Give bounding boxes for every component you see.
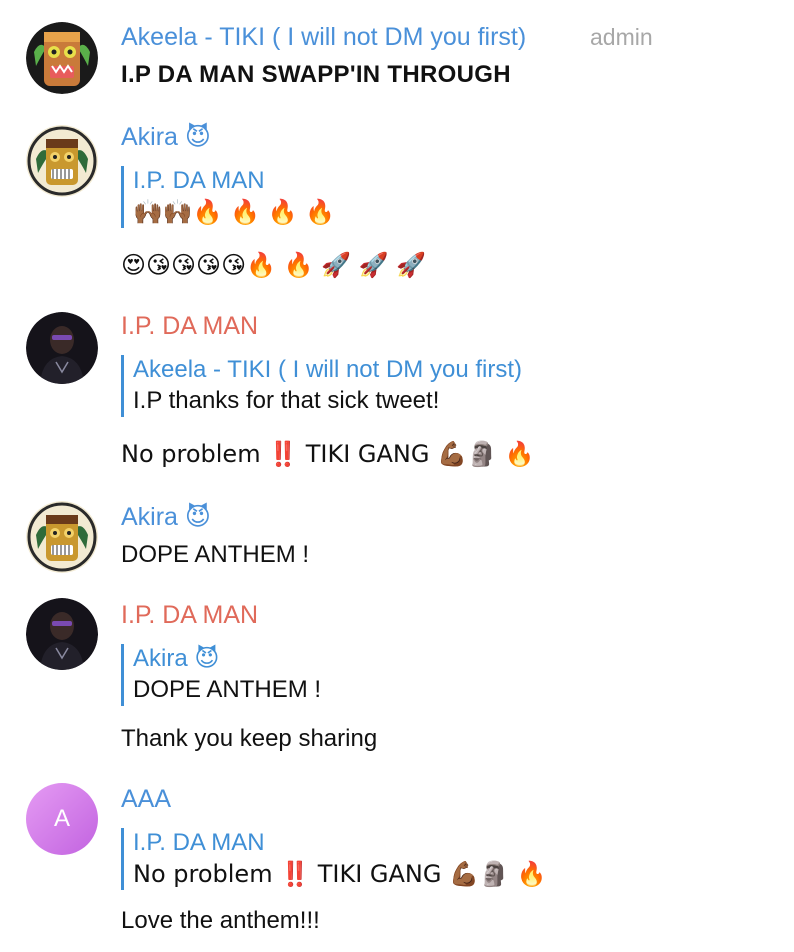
author-name[interactable]: AAA [121, 784, 171, 814]
message-text: Love the anthem!!! [121, 907, 320, 934]
author-name[interactable]: I.P. DA MAN [121, 311, 258, 341]
message-text: 😍😘😘😘😘🔥 🔥 🚀 🚀 🚀 [121, 251, 427, 279]
reply-author: Akeela - TIKI ( I will not DM you first) [133, 356, 522, 383]
letter-avatar[interactable]: A [26, 783, 98, 855]
reply-quote[interactable]: Akira 😈 DOPE ANTHEM ! [121, 644, 321, 706]
message-text: I.P DA MAN SWAPP'IN THROUGH [121, 61, 511, 88]
tiki-mask-gold-avatar[interactable] [26, 501, 98, 573]
message-text: DOPE ANTHEM ! [121, 541, 310, 568]
reply-quote[interactable]: I.P. DA MAN No problem ‼️ TIKI GANG 💪🏾🗿 … [121, 828, 546, 890]
message-text: Thank you keep sharing [121, 725, 378, 752]
reply-quote[interactable]: I.P. DA MAN 🙌🏾🙌🏾🔥 🔥 🔥 🔥 [121, 166, 335, 228]
admin-badge: admin [590, 24, 653, 50]
reply-text: 🙌🏾🙌🏾🔥 🔥 🔥 🔥 [133, 198, 336, 226]
author-name[interactable]: Akeela - TIKI ( I will not DM you first) [121, 22, 526, 52]
reply-author: I.P. DA MAN [133, 167, 265, 194]
profile-photo-avatar[interactable] [26, 598, 98, 670]
author-name[interactable]: Akira 😈 [121, 122, 211, 152]
reply-author: Akira 😈 [133, 645, 220, 672]
reply-author: I.P. DA MAN [133, 829, 265, 856]
reply-text: I.P thanks for that sick tweet! [133, 387, 440, 414]
reply-text: DOPE ANTHEM ! [133, 676, 322, 703]
profile-photo-avatar[interactable] [26, 312, 98, 384]
message-text: No problem ‼️ TIKI GANG 💪🏾🗿 🔥 [121, 440, 535, 468]
tiki-mask-green-avatar[interactable] [26, 22, 98, 94]
author-name[interactable]: I.P. DA MAN [121, 600, 258, 630]
tiki-mask-gold-avatar[interactable] [26, 125, 98, 197]
reply-quote[interactable]: Akeela - TIKI ( I will not DM you first)… [121, 355, 522, 417]
reply-text: No problem ‼️ TIKI GANG 💪🏾🗿 🔥 [133, 860, 547, 888]
author-name[interactable]: Akira 😈 [121, 502, 211, 532]
avatar-letter: A [53, 805, 70, 832]
